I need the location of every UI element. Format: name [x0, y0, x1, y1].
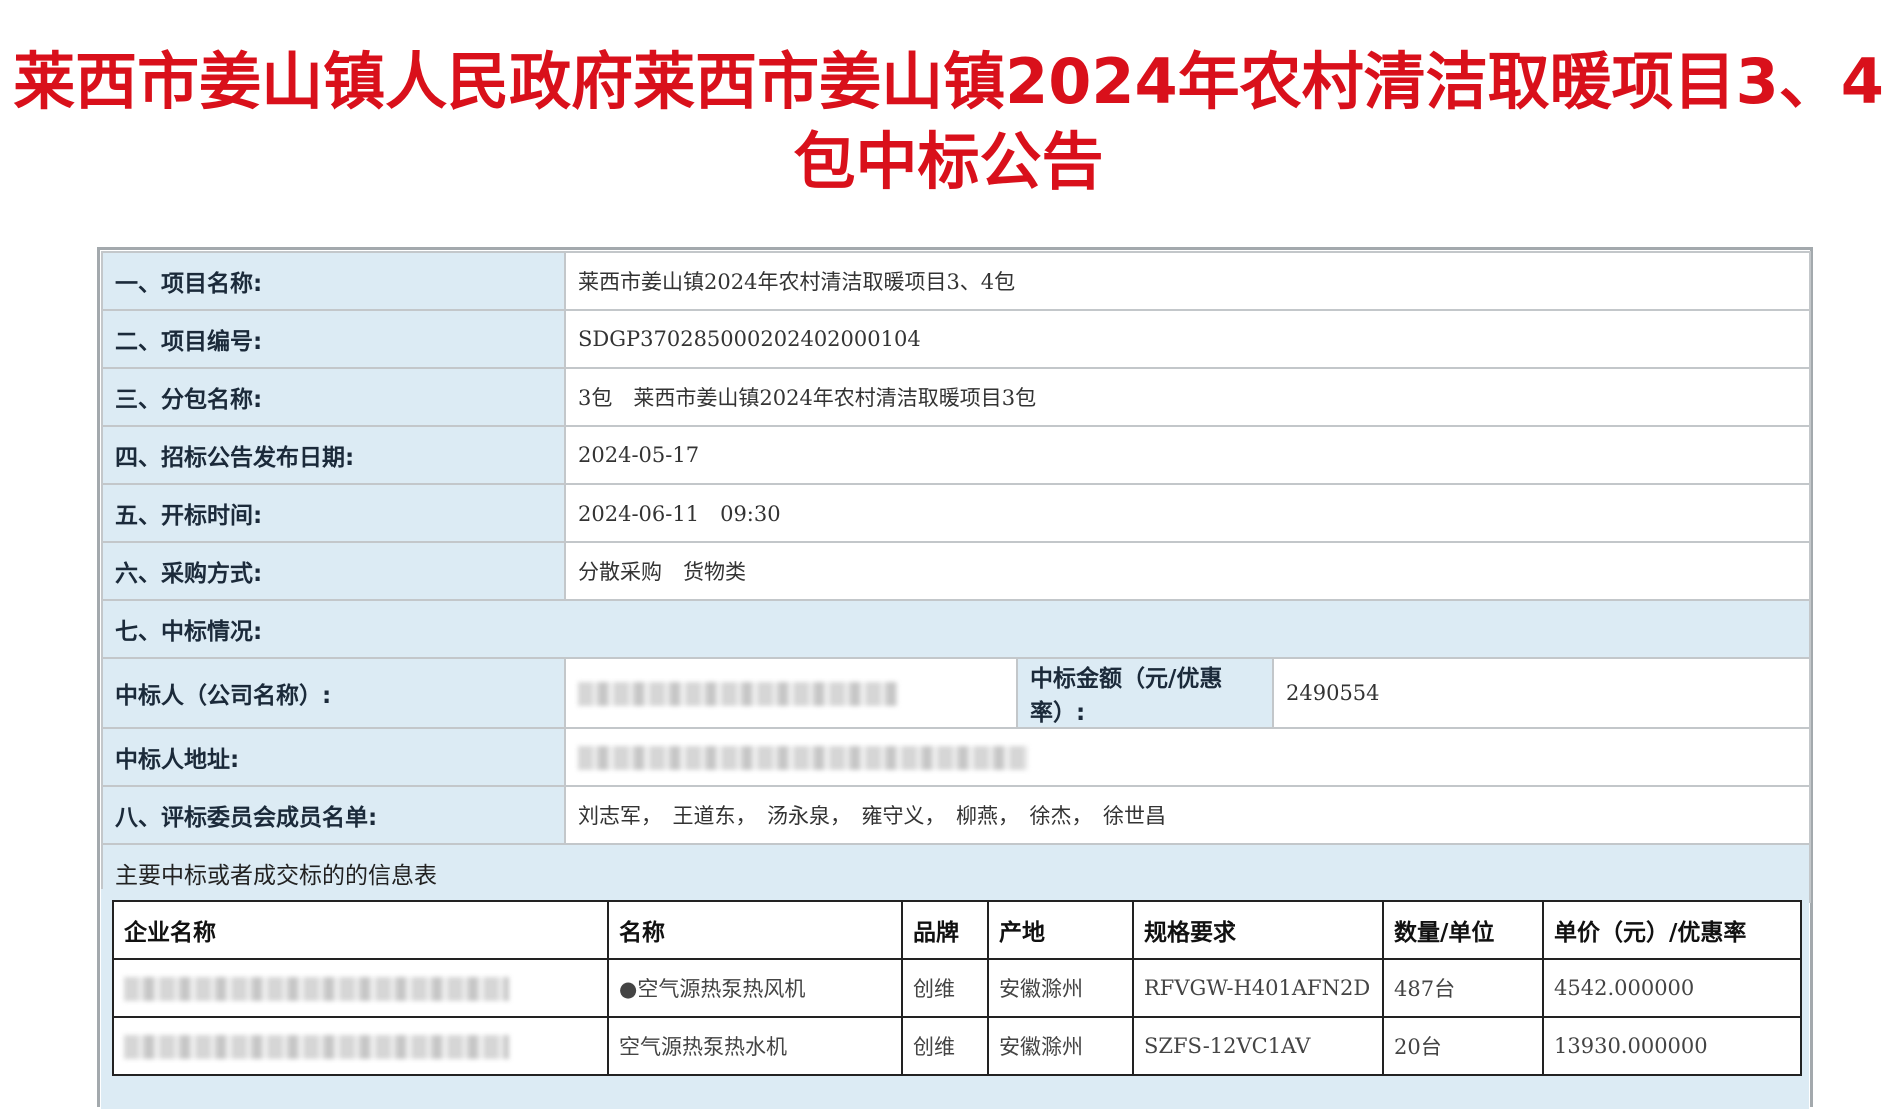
item-name-cell: ●空气源热泵热风机: [607, 958, 903, 1018]
procurement-method-label: 六、采购方式:: [101, 541, 566, 601]
header-item-name: 名称: [607, 900, 903, 960]
header-brand: 品牌: [901, 900, 989, 960]
row-package-name: 三、分包名称: 3包 莱西市姜山镇2024年农村清洁取暖项目3包: [101, 367, 1811, 427]
award-amount-label: 中标金额（元/优惠率）:: [1016, 657, 1274, 729]
project-number-label: 二、项目编号:: [101, 309, 566, 369]
winner-address-label: 中标人地址:: [101, 727, 566, 787]
publish-date-value: 2024-05-17: [564, 425, 1811, 485]
row-project-number: 二、项目编号: SDGP370285000202402000104: [101, 309, 1811, 369]
winner-address-value: [564, 727, 1811, 787]
origin-cell: 安徽滁州: [987, 958, 1134, 1018]
redacted-company: [124, 976, 509, 1001]
row-opening-time: 五、开标时间: 2024-06-11 09:30: [101, 483, 1811, 543]
quantity-cell: 20台: [1382, 1016, 1544, 1076]
package-name-label: 三、分包名称:: [101, 367, 566, 427]
winner-name-label: 中标人（公司名称）:: [101, 657, 566, 729]
table-row: 空气源热泵热水机 创维 安徽滁州 SZFS-12VC1AV 20台 13930.…: [112, 1016, 1802, 1076]
item-name-cell: 空气源热泵热水机: [607, 1016, 903, 1076]
brand-cell: 创维: [901, 1016, 989, 1076]
row-winner: 中标人（公司名称）: 中标金额（元/优惠率）: 2490554: [101, 657, 1811, 729]
project-name-label: 一、项目名称:: [101, 251, 566, 311]
header-spec: 规格要求: [1132, 900, 1384, 960]
award-items-table: 企业名称 名称 品牌 产地 规格要求 数量/单位 单价（元）/优惠率 ●空气源热…: [112, 900, 1802, 1076]
page-title: 莱西市姜山镇人民政府莱西市姜山镇2024年农村清洁取暖项目3、4包中标公告: [13, 45, 1884, 198]
redacted-address: [578, 745, 1028, 770]
spec-cell: RFVGW-H401AFN2D: [1132, 958, 1384, 1018]
award-status-label: 七、中标情况:: [101, 599, 1811, 659]
package-name-value: 3包 莱西市姜山镇2024年农村清洁取暖项目3包: [564, 367, 1811, 427]
committee-label: 八、评标委员会成员名单:: [101, 785, 566, 845]
redacted-company-name: [578, 681, 898, 706]
row-publish-date: 四、招标公告发布日期: 2024-05-17: [101, 425, 1811, 485]
table-row: ●空气源热泵热风机 创维 安徽滁州 RFVGW-H401AFN2D 487台 4…: [112, 958, 1802, 1018]
row-award-status: 七、中标情况:: [101, 599, 1811, 659]
row-project-name: 一、项目名称: 莱西市姜山镇2024年农村清洁取暖项目3、4包: [101, 251, 1811, 311]
project-number-value: SDGP370285000202402000104: [564, 309, 1811, 369]
unit-price-cell: 13930.000000: [1542, 1016, 1802, 1076]
company-cell: [112, 1016, 609, 1076]
unit-price-cell: 4542.000000: [1542, 958, 1802, 1018]
redacted-company: [124, 1034, 509, 1059]
announcement-info-table: 一、项目名称: 莱西市姜山镇2024年农村清洁取暖项目3、4包 二、项目编号: …: [101, 251, 1811, 903]
origin-cell: 安徽滁州: [987, 1016, 1134, 1076]
brand-cell: 创维: [901, 958, 989, 1018]
project-name-value: 莱西市姜山镇2024年农村清洁取暖项目3、4包: [564, 251, 1811, 311]
header-company: 企业名称: [112, 900, 609, 960]
header-quantity: 数量/单位: [1382, 900, 1544, 960]
opening-time-label: 五、开标时间:: [101, 483, 566, 543]
award-amount-value: 2490554: [1272, 657, 1811, 729]
procurement-method-value: 分散采购 货物类: [564, 541, 1811, 601]
winner-name-value: [564, 657, 1018, 729]
opening-time-value: 2024-06-11 09:30: [564, 483, 1811, 543]
header-origin: 产地: [987, 900, 1134, 960]
row-winner-address: 中标人地址:: [101, 727, 1811, 787]
header-unit-price: 单价（元）/优惠率: [1542, 900, 1802, 960]
committee-value: 刘志军， 王道东， 汤永泉， 雍守义， 柳燕， 徐杰， 徐世昌: [564, 785, 1811, 845]
publish-date-label: 四、招标公告发布日期:: [101, 425, 566, 485]
company-cell: [112, 958, 609, 1018]
award-table-header: 企业名称 名称 品牌 产地 规格要求 数量/单位 单价（元）/优惠率: [112, 900, 1802, 960]
spec-cell: SZFS-12VC1AV: [1132, 1016, 1384, 1076]
row-procurement-method: 六、采购方式: 分散采购 货物类: [101, 541, 1811, 601]
quantity-cell: 487台: [1382, 958, 1544, 1018]
row-committee: 八、评标委员会成员名单: 刘志军， 王道东， 汤永泉， 雍守义， 柳燕， 徐杰，…: [101, 785, 1811, 845]
